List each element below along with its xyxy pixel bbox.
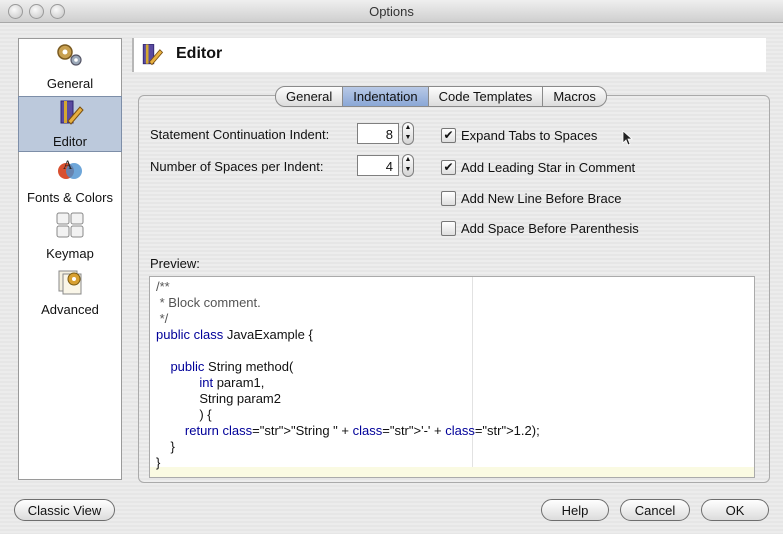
- space-parenthesis-checkbox[interactable]: [441, 221, 456, 236]
- code-line: public class JavaExample {: [156, 327, 313, 342]
- code-line: * Block comment.: [156, 295, 261, 310]
- preview-label: Preview:: [150, 256, 200, 271]
- tab-code-templates[interactable]: Code Templates: [429, 87, 544, 106]
- ok-button[interactable]: OK: [701, 499, 769, 521]
- preview-code: /** * Block comment. */ public class Jav…: [156, 279, 540, 471]
- classic-view-button[interactable]: Classic View: [14, 499, 115, 521]
- leading-star-checkbox[interactable]: ✔: [441, 160, 456, 175]
- editor-pen-icon: [142, 44, 164, 66]
- code-line: /**: [156, 279, 170, 294]
- sidebar-item-advanced[interactable]: Advanced: [19, 265, 121, 319]
- spaces-per-indent-label: Number of Spaces per Indent:: [150, 159, 324, 174]
- sidebar-item-label: Keymap: [46, 246, 94, 261]
- cancel-button[interactable]: Cancel: [620, 499, 690, 521]
- page-title: Editor: [176, 45, 223, 62]
- sidebar-item-label: General: [46, 76, 94, 91]
- advanced-gear-icon: [58, 270, 82, 295]
- category-sidebar: General Editor A Fonts & Colors Keymap A…: [18, 38, 122, 480]
- code-line: }: [156, 439, 175, 454]
- tab-indentation[interactable]: Indentation: [343, 87, 429, 106]
- space-parenthesis-label: Add Space Before Parenthesis: [461, 221, 639, 236]
- tab-macros[interactable]: Macros: [543, 87, 606, 106]
- tab-general[interactable]: General: [276, 87, 344, 106]
- sidebar-item-label: Advanced: [41, 302, 99, 317]
- continuation-indent-label: Statement Continuation Indent:: [150, 127, 330, 142]
- spaces-per-indent-stepper[interactable]: ▲ ▼: [402, 154, 414, 177]
- spaces-per-indent-field[interactable]: 4: [357, 155, 399, 176]
- svg-text:A: A: [63, 157, 73, 172]
- sidebar-item-label: Fonts & Colors: [27, 190, 113, 205]
- code-line: }: [156, 455, 161, 470]
- sidebar-item-fonts-colors[interactable]: A Fonts & Colors: [19, 153, 121, 207]
- mouse-cursor-icon: [622, 130, 634, 146]
- tab-bar: General Indentation Code Templates Macro…: [275, 86, 607, 107]
- code-line: int param1,: [199, 375, 265, 390]
- sidebar-item-editor[interactable]: Editor: [18, 96, 122, 152]
- editor-pen-icon: [60, 100, 84, 125]
- code-line: String param2: [156, 391, 281, 406]
- fonts-colors-icon: A: [58, 157, 82, 179]
- sidebar-item-general[interactable]: General: [19, 39, 121, 93]
- expand-tabs-checkbox[interactable]: ✔: [441, 128, 456, 143]
- code-line: return class="str">"String " + class="st…: [184, 423, 540, 438]
- code-line: ) {: [156, 407, 212, 422]
- window-title: Options: [369, 4, 414, 19]
- keymap-keys-icon: [56, 212, 84, 238]
- expand-tabs-label: Expand Tabs to Spaces: [461, 128, 598, 143]
- continuation-indent-field[interactable]: 8: [357, 123, 399, 144]
- gears-icon: [57, 44, 82, 66]
- code-line: public String method(: [170, 359, 294, 374]
- leading-star-label: Add Leading Star in Comment: [461, 160, 636, 175]
- new-line-brace-checkbox[interactable]: [441, 191, 456, 206]
- sidebar-item-label: Editor: [53, 134, 87, 149]
- continuation-indent-stepper[interactable]: ▲ ▼: [402, 122, 414, 145]
- preview-code-area[interactable]: /** * Block comment. */ public class Jav…: [149, 276, 755, 478]
- code-line: */: [156, 311, 169, 326]
- help-button[interactable]: Help: [541, 499, 609, 521]
- title-bar: Options: [0, 0, 783, 23]
- new-line-brace-label: Add New Line Before Brace: [461, 191, 622, 206]
- sidebar-item-keymap[interactable]: Keymap: [19, 209, 121, 263]
- page-header: Editor: [132, 38, 766, 72]
